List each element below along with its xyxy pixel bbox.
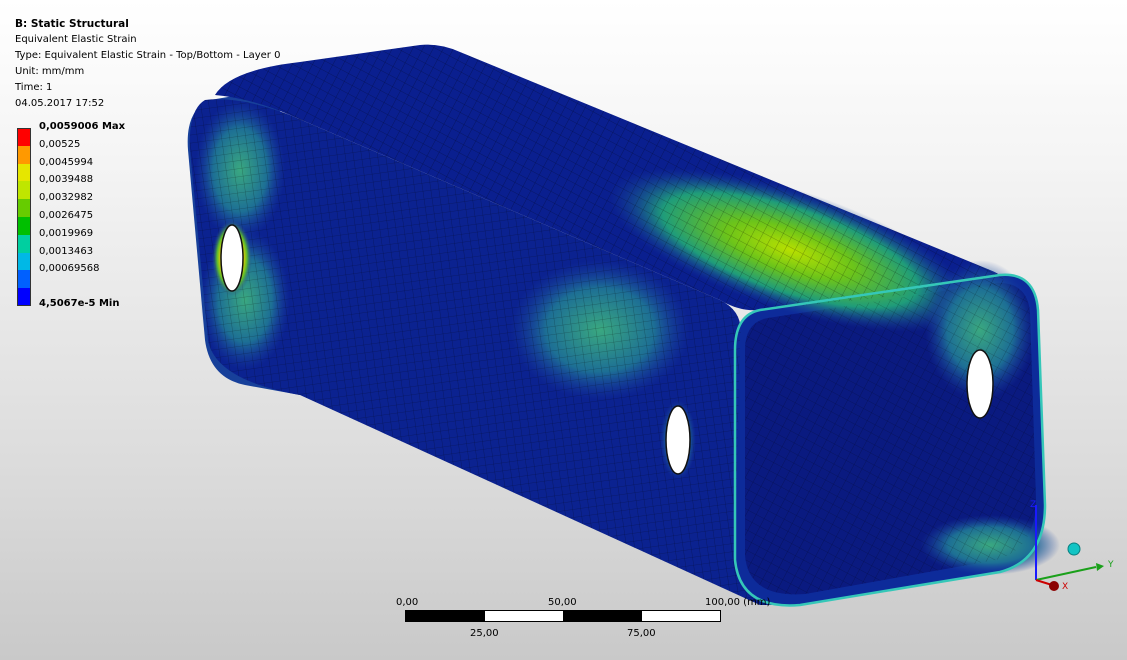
triad-z-label: Z	[1030, 500, 1036, 510]
analysis-title: B: Static Structural	[15, 18, 129, 30]
legend-label: 0,0026475	[39, 209, 94, 221]
scale-label-100: 100,00 (mm)	[705, 597, 771, 608]
legend-swatch	[17, 163, 31, 182]
legend-swatch	[17, 128, 31, 146]
legend-swatch	[17, 288, 31, 306]
legend-swatch	[17, 252, 31, 271]
legend-label: 0,00069568	[39, 263, 100, 275]
legend-swatch	[17, 199, 31, 217]
scale-label-50: 50,00	[548, 597, 577, 608]
result-type: Type: Equivalent Elastic Strain - Top/Bo…	[15, 50, 281, 61]
scale-label-25: 25,00	[470, 628, 499, 639]
result-info: B: Static Structural Equivalent Elastic …	[15, 16, 280, 112]
legend-label: 4,5067e-5 Min	[39, 298, 120, 310]
legend-swatch	[17, 145, 31, 164]
legend-label: 0,0019969	[39, 227, 94, 239]
legend-swatch	[17, 234, 31, 253]
result-date: 04.05.2017 17:52	[15, 98, 105, 109]
legend-swatch	[17, 216, 31, 235]
left-bolt-hole	[220, 224, 244, 292]
scale-label-75: 75,00	[627, 628, 656, 639]
legend-label: 0,0059006 Max	[39, 121, 126, 132]
result-time: Time: 1	[15, 82, 53, 93]
legend-swatch	[17, 181, 31, 200]
legend-swatch	[17, 270, 31, 289]
legend-label: 0,0039488	[39, 174, 94, 186]
coordinate-triad[interactable]: Z Y X	[1024, 495, 1124, 605]
legend-label: 0,0013463	[39, 245, 94, 257]
triad-y-label: Y	[1107, 560, 1114, 570]
legend-label: 0,0032982	[39, 192, 94, 204]
side-bolt-hole	[665, 405, 691, 475]
triad-x-label: X	[1062, 582, 1068, 592]
legend-label: 0,0045994	[39, 156, 94, 168]
isometric-view-ball	[1067, 542, 1081, 556]
scale-label-0: 0,00	[396, 597, 419, 608]
result-unit: Unit: mm/mm	[15, 66, 85, 77]
result-name: Equivalent Elastic Strain	[15, 34, 137, 45]
end-bolt-hole	[966, 349, 994, 419]
legend-label: 0,00525	[39, 138, 81, 150]
scale-ruler	[405, 610, 721, 622]
